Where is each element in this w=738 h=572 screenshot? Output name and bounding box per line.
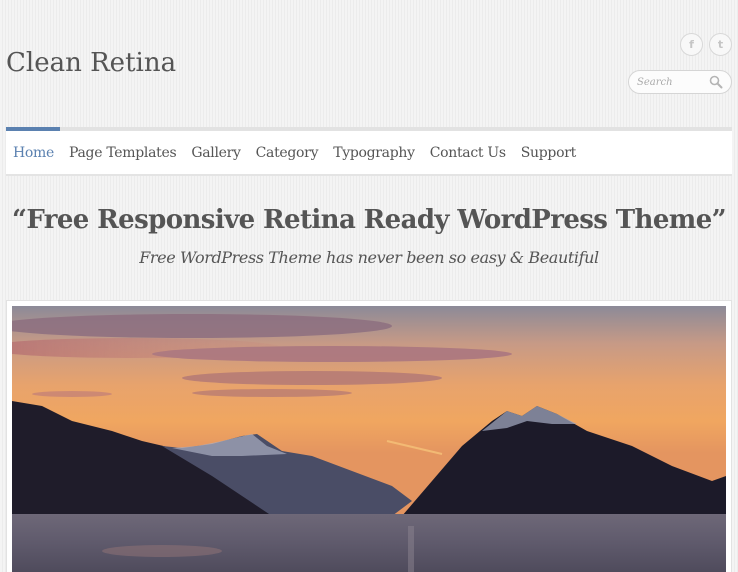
nav-item-support[interactable]: Support [521, 145, 576, 161]
search-form [628, 70, 732, 94]
hero-tagline: “Free Responsive Retina Ready WordPress … [11, 205, 727, 235]
slide-image[interactable] [12, 306, 726, 572]
nav-item-page-templates[interactable]: Page Templates [69, 145, 177, 161]
hero-subtagline: Free WordPress Theme has never been so e… [139, 248, 599, 267]
twitter-icon[interactable]: t [709, 33, 732, 56]
nav-item-home[interactable]: Home [13, 145, 54, 161]
nav-item-gallery[interactable]: Gallery [191, 145, 241, 161]
social-links: f t [680, 33, 732, 56]
facebook-icon[interactable]: f [680, 33, 703, 56]
site-title[interactable]: Clean Retina [6, 48, 176, 78]
main-navigation: Home Page Templates Gallery Category Typ… [6, 131, 732, 176]
sunset-mountain-image [12, 306, 726, 572]
search-input[interactable] [637, 76, 713, 88]
nav-item-typography[interactable]: Typography [333, 145, 415, 161]
nav-item-category[interactable]: Category [256, 145, 319, 161]
search-icon[interactable] [709, 75, 723, 89]
nav-item-contact-us[interactable]: Contact Us [430, 145, 506, 161]
